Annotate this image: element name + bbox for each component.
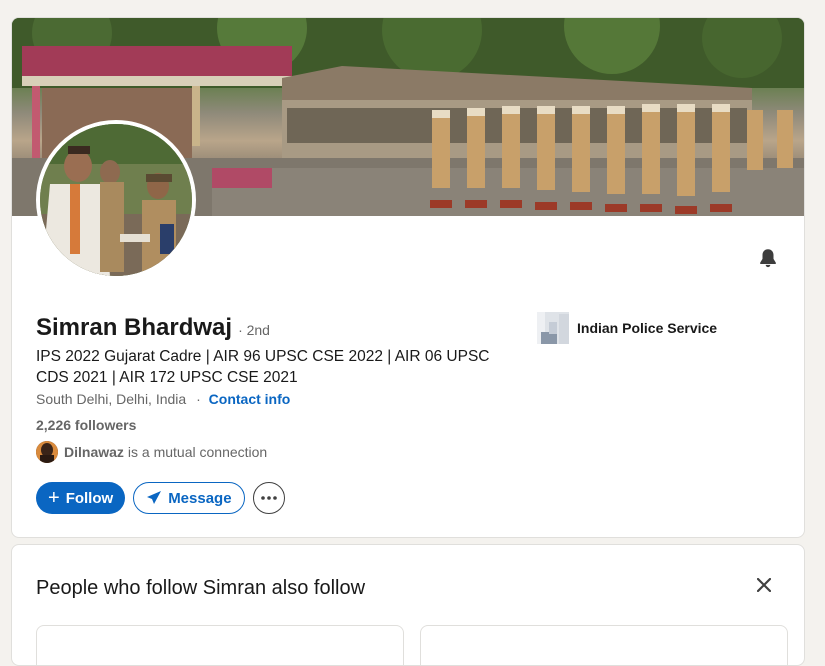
ellipsis-icon <box>260 496 277 500</box>
contact-info-link[interactable]: Contact info <box>209 391 291 407</box>
profile-avatar[interactable] <box>36 120 196 280</box>
plus-icon: + <box>48 487 60 509</box>
dismiss-button[interactable] <box>752 573 776 597</box>
profile-headline: IPS 2022 Gujarat Cadre | AIR 96 UPSC CSE… <box>36 348 490 386</box>
profile-name-row: Simran Bhardwaj · 2nd <box>36 314 270 342</box>
follow-button[interactable]: + Follow <box>36 482 126 514</box>
paper-plane-icon <box>147 491 162 504</box>
mutual-connection-text: is a mutual connection <box>127 444 268 460</box>
mutual-connection[interactable]: Dilnawaz is a mutual connection <box>36 441 267 463</box>
current-organization[interactable]: Indian Police Service <box>537 312 717 344</box>
also-follow-card: People who follow Simran also follow <box>11 544 805 666</box>
organization-name: Indian Police Service <box>577 320 718 336</box>
bell-icon <box>760 249 776 268</box>
message-button-label: Message <box>168 489 232 507</box>
profile-name: Simran Bhardwaj <box>36 314 233 341</box>
connection-degree: · 2nd <box>238 322 270 338</box>
more-actions-button[interactable] <box>252 482 285 514</box>
notification-bell-button[interactable] <box>754 244 782 272</box>
message-button[interactable]: Message <box>133 482 245 514</box>
suggestion-card[interactable] <box>36 625 404 665</box>
organization-logo <box>537 312 569 344</box>
follow-button-label: Follow <box>65 489 114 507</box>
location-separator: · <box>196 391 201 407</box>
mutual-connection-name: Dilnawaz <box>64 444 124 460</box>
also-follow-title: People who follow Simran also follow <box>36 577 366 599</box>
mutual-connection-avatar <box>36 441 58 463</box>
suggestion-card[interactable] <box>420 625 788 665</box>
followers-count[interactable]: 2,226 followers <box>36 417 136 433</box>
close-icon <box>757 578 771 592</box>
profile-card: Simran Bhardwaj · 2nd IPS 2022 Gujarat C… <box>11 17 805 538</box>
location-row: South Delhi, Delhi, India · Contact info <box>36 391 290 407</box>
profile-actions: + Follow Message <box>36 482 285 514</box>
profile-location: South Delhi, Delhi, India <box>36 391 187 407</box>
